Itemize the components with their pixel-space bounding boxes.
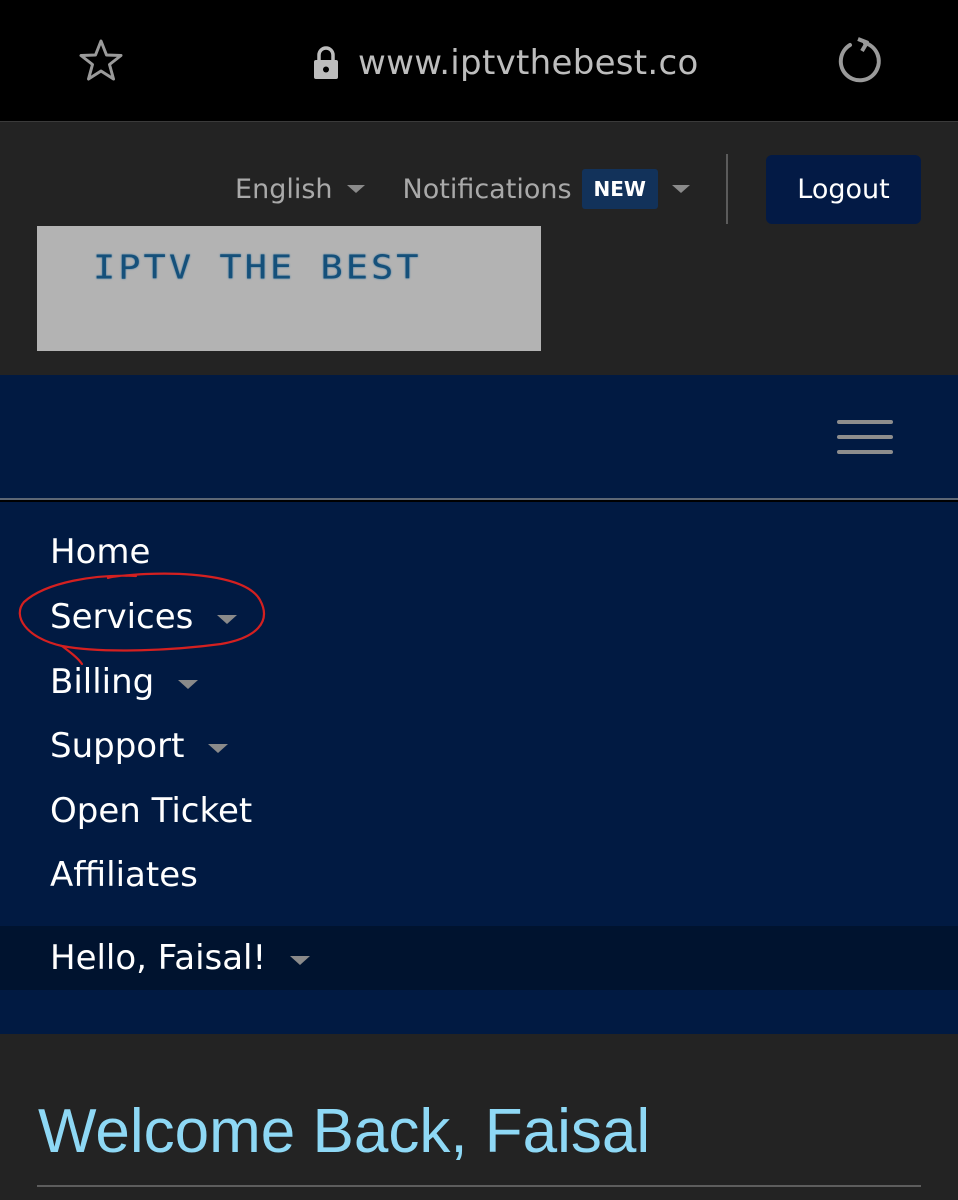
chevron-down-icon <box>346 185 365 193</box>
nav-item-services[interactable]: Services <box>50 597 238 637</box>
new-badge: NEW <box>581 169 658 209</box>
star-icon[interactable] <box>78 38 124 84</box>
browser-toolbar: www.iptvthebest.co <box>0 0 958 120</box>
nav-item-affiliates[interactable]: Affiliates <box>50 855 198 895</box>
nav-item-label: Services <box>50 597 194 637</box>
nav-item-label: Support <box>50 726 185 766</box>
notifications-dropdown[interactable]: Notifications NEW <box>403 169 690 209</box>
site-logo[interactable]: IPTV THE BEST <box>37 226 541 351</box>
page-title: Welcome Back, Faisal <box>38 1097 651 1166</box>
nav-item-home[interactable]: Home <box>50 532 150 572</box>
site-header: English Notifications NEW Logout IPTV TH… <box>0 121 958 375</box>
welcome-section: Welcome Back, Faisal <box>0 1034 958 1200</box>
chevron-down-icon <box>178 679 199 689</box>
header-divider <box>726 154 728 224</box>
chevron-down-icon <box>217 614 238 624</box>
user-menu-dropdown[interactable]: Hello, Faisal! <box>50 938 311 978</box>
title-divider <box>37 1185 921 1187</box>
nav-item-label: Affiliates <box>50 855 198 895</box>
nav-item-label: Billing <box>50 662 155 702</box>
nav-item-support[interactable]: Support <box>50 726 229 766</box>
nav-item-label: Open Ticket <box>50 791 253 831</box>
notifications-label: Notifications <box>402 173 572 205</box>
language-selector[interactable]: English <box>235 174 365 205</box>
nav-menu: Home Services Billing Support Open Ticke… <box>0 502 958 1034</box>
chevron-down-icon <box>672 185 690 193</box>
chevron-down-icon <box>208 743 229 753</box>
nav-item-label: Home <box>50 532 151 572</box>
reload-icon[interactable] <box>834 36 884 86</box>
logo-text: IPTV THE BEST <box>93 248 422 287</box>
lock-icon <box>314 46 338 79</box>
logout-button[interactable]: Logout <box>766 154 921 224</box>
chevron-down-icon <box>290 955 311 965</box>
nav-item-billing[interactable]: Billing <box>50 662 199 702</box>
header-controls: English Notifications NEW Logout <box>235 154 921 224</box>
hamburger-menu-icon[interactable] <box>837 420 893 456</box>
user-menu-bar: Hello, Faisal! <box>0 926 958 990</box>
nav-item-open-ticket[interactable]: Open Ticket <box>50 791 252 831</box>
language-label: English <box>235 173 333 205</box>
navbar <box>0 375 958 500</box>
url-bar[interactable]: www.iptvthebest.co <box>312 40 699 86</box>
user-greeting: Hello, Faisal! <box>50 938 267 978</box>
url-text: www.iptvthebest.co <box>358 43 699 83</box>
